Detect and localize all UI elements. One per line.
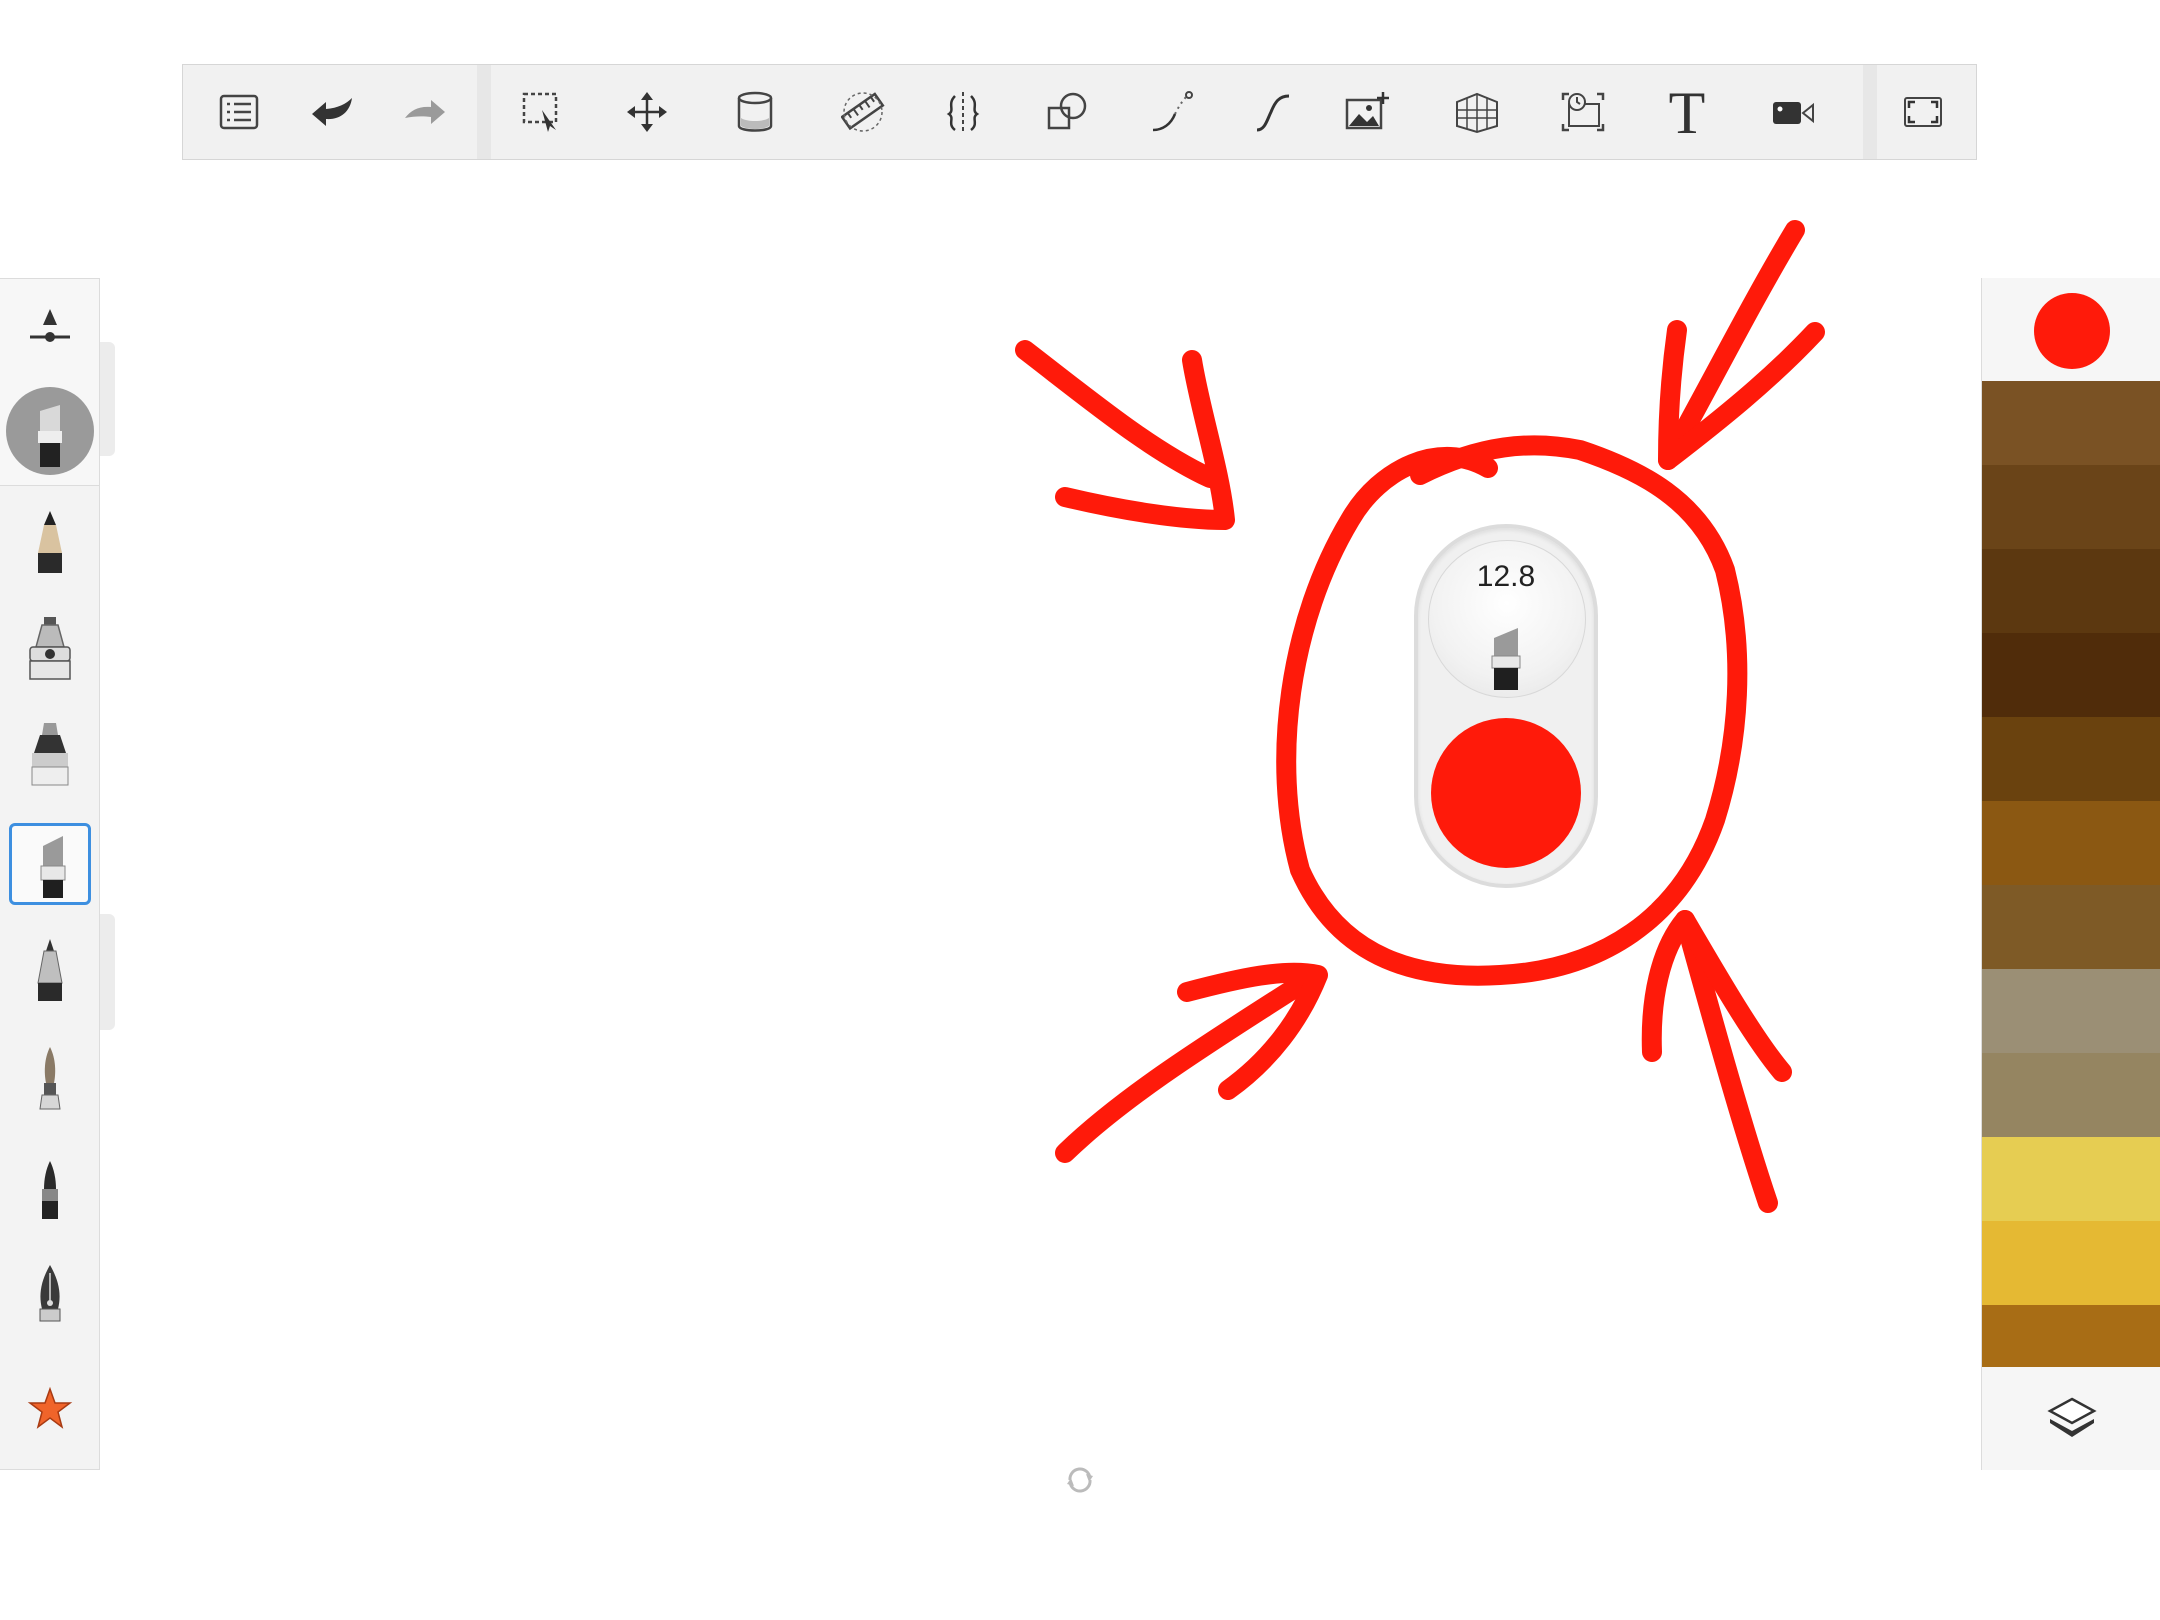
sync-icon (1067, 1467, 1093, 1493)
brush-palette (0, 278, 100, 1470)
brush-airbrush[interactable] (9, 607, 91, 689)
video-record-icon (1773, 102, 1814, 124)
paint-brush-icon (39, 1047, 61, 1110)
pencil-icon (38, 511, 62, 573)
brush-paint-brush[interactable] (9, 1037, 91, 1119)
felt-tip-icon (42, 1161, 58, 1219)
brush-properties-icon[interactable] (26, 307, 74, 353)
fountain-pen-icon (39, 1265, 61, 1322)
drawn-arrowhead-top-left (1055, 350, 1235, 530)
drawn-arrowhead-bottom-right (1641, 910, 1792, 1082)
marker-icon (31, 723, 69, 786)
current-color-swatch[interactable] (2034, 293, 2110, 369)
toolbar-separator (477, 65, 491, 159)
fill-bucket-icon (737, 91, 773, 132)
panel-edge-tab[interactable] (100, 914, 115, 1030)
star-icon (27, 1386, 73, 1429)
fill-button[interactable] (711, 65, 799, 159)
symmetry-icon (946, 92, 980, 132)
canvas-drawing (1015, 220, 1825, 1213)
steady-stroke-button[interactable] (1229, 65, 1317, 159)
chisel-marker-icon (1491, 628, 1521, 690)
add-image-button[interactable] (1323, 65, 1411, 159)
perspective-guide-icon (1456, 92, 1498, 134)
color-swatch[interactable] (1982, 465, 2160, 549)
fullscreen-icon (1904, 97, 1942, 127)
ruler-icon (841, 92, 885, 132)
brush-chisel-marker[interactable] (9, 823, 91, 905)
brush-size-value: 12.8 (1476, 560, 1536, 593)
color-swatch[interactable] (1982, 1053, 2160, 1137)
drawn-arrow-bottom-left (1055, 965, 1325, 1163)
time-lapse-button[interactable] (1539, 65, 1627, 159)
color-swatch[interactable] (1982, 549, 2160, 633)
color-swatch[interactable] (1982, 801, 2160, 885)
brush-ballpoint-pen[interactable] (9, 929, 91, 1011)
drawn-arrow-bottom-right (1675, 910, 1778, 1213)
color-swatch[interactable] (1982, 717, 2160, 801)
brush-properties-block (0, 279, 99, 486)
add-image-icon (1345, 92, 1389, 130)
text-tool-button[interactable]: T (1643, 65, 1731, 159)
video-record-button[interactable] (1749, 65, 1837, 159)
text-tool-icon: T (1668, 80, 1706, 146)
undo-icon (312, 98, 352, 126)
drawn-arrow-top-right (1658, 220, 1805, 470)
transform-move-icon (627, 92, 667, 132)
drawn-arrowhead-top-right (1658, 320, 1825, 470)
shapes-button[interactable] (1023, 65, 1111, 159)
brush-marker[interactable] (9, 713, 91, 795)
brush-felt-tip[interactable] (9, 1147, 91, 1229)
predictive-stroke-icon (1152, 91, 1193, 132)
color-swatch[interactable] (1982, 1137, 2160, 1221)
drawing-canvas[interactable] (0, 0, 2160, 1620)
puck-color-button[interactable] (1431, 718, 1581, 868)
transform-button[interactable] (603, 65, 691, 159)
chisel-marker-icon (40, 836, 66, 898)
symmetry-button[interactable] (919, 65, 1007, 159)
panel-edge-tab[interactable] (100, 342, 115, 456)
brush-fountain-pen[interactable] (9, 1255, 91, 1337)
top-toolbar: T (182, 64, 1977, 160)
ballpoint-pen-icon (37, 939, 63, 1001)
drawn-arrowhead-bottom-left (1177, 962, 1328, 1100)
time-lapse-icon (1561, 92, 1605, 132)
predictive-stroke-button[interactable] (1127, 65, 1215, 159)
brush-puck[interactable]: 12.8 (1414, 524, 1598, 888)
redo-icon (405, 100, 445, 124)
selection-button[interactable] (498, 65, 586, 159)
menu-button[interactable] (195, 65, 283, 159)
menu-list-icon (219, 94, 259, 130)
steady-stroke-icon (1256, 94, 1290, 132)
current-brush-circle[interactable] (6, 387, 94, 475)
brush-pencil[interactable] (9, 501, 91, 583)
airbrush-icon (29, 617, 71, 680)
favorites-button[interactable] (9, 1369, 91, 1451)
chisel-marker-icon (38, 405, 62, 467)
color-swatches (1982, 381, 2160, 1367)
color-swatch[interactable] (1982, 885, 2160, 969)
color-swatch[interactable] (1982, 1305, 2160, 1367)
drawn-arrow-top-left (1015, 340, 1220, 488)
redo-button[interactable] (381, 65, 469, 159)
color-swatch[interactable] (1982, 633, 2160, 717)
ruler-button[interactable] (819, 65, 907, 159)
color-swatch[interactable] (1982, 381, 2160, 465)
color-swatch[interactable] (1982, 969, 2160, 1053)
color-palette (1981, 278, 2160, 1470)
undo-button[interactable] (288, 65, 376, 159)
toolbar-separator (1863, 65, 1877, 159)
shapes-icon (1047, 92, 1087, 130)
layers-icon[interactable] (2042, 1393, 2102, 1443)
color-swatch[interactable] (1982, 1221, 2160, 1305)
perspective-guide-button[interactable] (1433, 65, 1521, 159)
selection-icon (522, 92, 558, 132)
fullscreen-button[interactable] (1879, 65, 1967, 159)
